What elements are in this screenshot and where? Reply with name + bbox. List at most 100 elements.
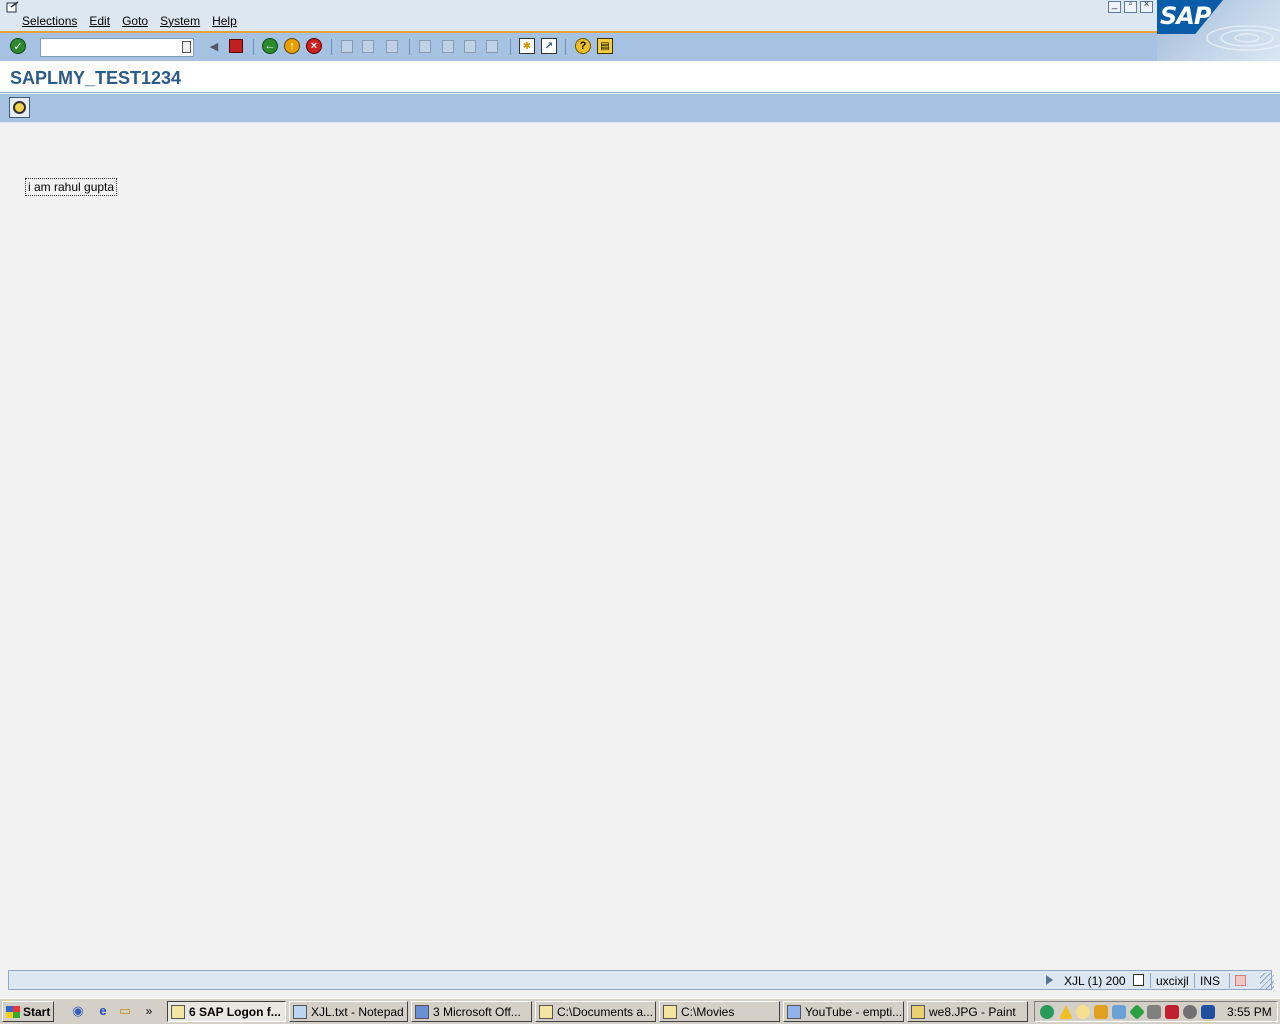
minimize-icon: _ [1111, 0, 1118, 10]
text-field[interactable]: i am rahul gupta [25, 178, 118, 196]
lock-icon [1235, 975, 1246, 986]
shortcut-icon[interactable]: ↗ [541, 38, 557, 54]
system-tray: 3:55 PM [1034, 1001, 1278, 1022]
people-icon[interactable] [1112, 1005, 1126, 1019]
window-controls: _ ▫ × [1108, 0, 1153, 13]
task-label: 6 SAP Logon f... [189, 1004, 281, 1019]
network-icon[interactable] [1040, 1005, 1054, 1019]
task-label: XJL.txt - Notepad [311, 1004, 404, 1019]
start-label: Start [23, 1004, 51, 1019]
toolbar-separator [409, 39, 410, 55]
office-icon [415, 1004, 429, 1019]
task-label: 3 Microsoft Off... [433, 1004, 521, 1019]
status-expand-icon[interactable] [1046, 975, 1053, 985]
ie-icon [787, 1004, 801, 1019]
restore-icon: ▫ [1128, 0, 1133, 10]
task-label: we8.JPG - Paint [929, 1004, 1016, 1019]
status-mode: INS [1200, 974, 1221, 988]
paint-icon [911, 1004, 925, 1019]
find-icon[interactable] [362, 40, 374, 53]
task-label: C:\Documents a... [557, 1004, 654, 1019]
sap-logo-text: SAP [1160, 2, 1211, 30]
task-microsoft-office[interactable]: 3 Microsoft Off... [411, 1001, 532, 1022]
previous-page-icon[interactable] [442, 40, 454, 53]
taskbar: Start ◉ e ▭ » 6 SAP Logon f... XJL.txt -… [0, 998, 1280, 1024]
toolbar-separator [510, 39, 511, 55]
chat-icon[interactable] [1076, 1005, 1090, 1019]
command-field[interactable] [40, 38, 194, 57]
folder-sync-icon[interactable] [1094, 1005, 1108, 1019]
back-nav-icon[interactable]: ◀ [206, 38, 222, 54]
screen-content: i am rahul gupta [0, 124, 1280, 968]
toolbar-separator [565, 39, 566, 55]
minimize-button[interactable]: _ [1108, 0, 1121, 13]
clock-execute-icon [13, 101, 26, 114]
save-icon[interactable] [229, 39, 243, 53]
diamond-icon[interactable] [1129, 1004, 1145, 1020]
start-button[interactable]: Start [2, 1001, 54, 1022]
windows-logo-icon [6, 1005, 20, 1018]
task-label: C:\Movies [681, 1004, 735, 1019]
task-label: YouTube - empti... [805, 1004, 903, 1019]
antivirus-icon[interactable] [1165, 1005, 1179, 1019]
menu-bar: Selections Edit Goto System Help _ ▫ × S… [0, 0, 1280, 62]
task-documents-folder[interactable]: C:\Documents a... [535, 1001, 656, 1022]
folder-icon [663, 1004, 677, 1019]
create-session-icon[interactable]: ✱ [519, 38, 535, 54]
enter-icon[interactable]: ✓ [10, 38, 26, 54]
task-movies-folder[interactable]: C:\Movies [659, 1001, 780, 1022]
notepad-icon [293, 1004, 307, 1019]
print-icon[interactable] [341, 40, 353, 53]
folder-icon [539, 1004, 553, 1019]
exit-icon[interactable]: ↑ [284, 38, 300, 54]
status-bar: XJL (1) 200 uxcixjl INS [8, 970, 1274, 990]
standard-toolbar: ✓ ◀ ← ↑ × ✱ ↗ ? ▤ [0, 31, 1157, 61]
toolbar-separator [331, 39, 332, 55]
monitor-icon[interactable] [1201, 1005, 1215, 1019]
title-bar: SAPLMY_TEST1234 [0, 61, 1280, 93]
back-icon[interactable]: ← [262, 38, 278, 54]
status-system: XJL (1) 200 [1064, 974, 1126, 988]
quick-launch-browser-icon[interactable]: ◉ [70, 1003, 86, 1019]
status-server: uxcixjl [1156, 974, 1189, 988]
toolbar-separator [253, 39, 254, 55]
security-icon[interactable] [1183, 1005, 1197, 1019]
system-menu-icon[interactable] [6, 1, 20, 13]
cancel-icon[interactable]: × [306, 38, 322, 54]
first-page-icon[interactable] [419, 40, 431, 53]
task-sap-logon[interactable]: 6 SAP Logon f... [167, 1001, 286, 1022]
command-history-icon[interactable] [182, 41, 191, 53]
restore-button[interactable]: ▫ [1124, 0, 1137, 13]
status-divider [1150, 973, 1151, 988]
sap-logon-icon [171, 1004, 185, 1019]
layout-icon[interactable]: ▤ [597, 38, 613, 54]
menu-selections[interactable]: Selections [22, 14, 77, 28]
quick-launch-ie-icon[interactable]: e [95, 1003, 111, 1019]
task-notepad[interactable]: XJL.txt - Notepad [289, 1001, 408, 1022]
menu-edit[interactable]: Edit [89, 14, 110, 28]
task-paint[interactable]: we8.JPG - Paint [907, 1001, 1028, 1022]
warning-icon[interactable] [1059, 1005, 1073, 1019]
execute-button[interactable] [9, 97, 30, 118]
close-icon: × [1143, 0, 1150, 10]
menu-help[interactable]: Help [212, 14, 237, 28]
help-icon[interactable]: ? [575, 38, 591, 54]
page-title: SAPLMY_TEST1234 [10, 68, 182, 88]
sap-logo: SAP [1157, 0, 1280, 62]
menu-goto[interactable]: Goto [122, 14, 148, 28]
status-divider [1194, 973, 1195, 988]
menu-system[interactable]: System [160, 14, 200, 28]
menu-items: Selections Edit Goto System Help [22, 14, 249, 28]
resize-grip-icon[interactable] [1260, 973, 1274, 989]
last-page-icon[interactable] [486, 40, 498, 53]
close-button[interactable]: × [1140, 0, 1153, 13]
system-info-icon[interactable] [1133, 974, 1144, 986]
task-youtube[interactable]: YouTube - empti... [783, 1001, 904, 1022]
clock: 3:55 PM [1227, 1005, 1272, 1019]
next-page-icon[interactable] [464, 40, 476, 53]
quick-launch-more-icon[interactable]: » [141, 1003, 157, 1019]
volume-icon[interactable] [1147, 1005, 1161, 1019]
status-divider [1229, 973, 1230, 988]
find-next-icon[interactable] [386, 40, 398, 53]
quick-launch-folder-icon[interactable]: ▭ [117, 1003, 133, 1019]
